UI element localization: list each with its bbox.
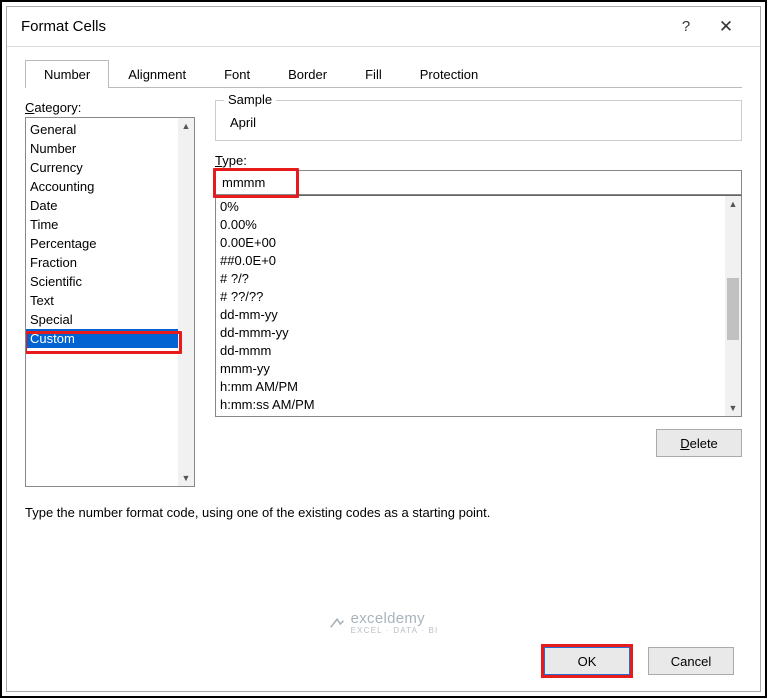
format-item[interactable]: dd-mmm [220,342,737,360]
format-scrollbar[interactable]: ▲ ▼ [725,196,741,416]
scroll-thumb[interactable] [727,278,739,340]
format-item[interactable]: 0.00% [220,216,737,234]
category-listbox[interactable]: GeneralNumberCurrencyAccountingDateTimeP… [25,117,195,487]
category-item[interactable]: Time [26,215,194,234]
format-item[interactable]: 0.00E+00 [220,234,737,252]
watermark: exceldemy EXCEL · DATA · BI [329,610,439,635]
scroll-up-icon[interactable]: ▲ [725,196,741,212]
category-label: Category: [25,100,195,115]
format-listbox[interactable]: 0%0.00%0.00E+00##0.0E+0# ?/?# ??/??dd-mm… [215,195,742,417]
category-item[interactable]: Special [26,310,194,329]
format-item[interactable]: h:mm AM/PM [220,378,737,396]
type-input[interactable] [215,170,742,195]
highlight-ok [541,644,633,678]
tab-protection[interactable]: Protection [401,60,498,88]
watermark-icon [329,616,345,630]
category-item[interactable]: Accounting [26,177,194,196]
category-item[interactable]: Currency [26,158,194,177]
close-button[interactable]: ✕ [706,17,746,37]
tab-number[interactable]: Number [25,60,109,88]
format-item[interactable]: # ??/?? [220,288,737,306]
format-item[interactable]: 0% [220,198,737,216]
format-item[interactable]: mmm-yy [220,360,737,378]
category-item[interactable]: General [26,120,194,139]
scroll-down-icon[interactable]: ▼ [178,470,194,486]
format-item[interactable]: dd-mmm-yy [220,324,737,342]
tab-alignment[interactable]: Alignment [109,60,205,88]
cancel-button[interactable]: Cancel [648,647,734,675]
format-item[interactable]: ##0.0E+0 [220,252,737,270]
help-button[interactable]: ? [666,18,706,35]
tab-fill[interactable]: Fill [346,60,401,88]
format-item[interactable]: # ?/? [220,270,737,288]
hint-text: Type the number format code, using one o… [25,505,742,520]
right-column: Sample April Type: 0%0.00%0.00E+00##0.0E… [215,100,742,487]
main-row: Category: GeneralNumberCurrencyAccountin… [25,100,742,487]
scroll-track[interactable] [178,134,194,470]
dialog-title: Format Cells [21,18,666,35]
category-item[interactable]: Custom [26,329,194,348]
tab-font[interactable]: Font [205,60,269,88]
category-item[interactable]: Text [26,291,194,310]
scroll-down-icon[interactable]: ▼ [725,400,741,416]
delete-button[interactable]: Delete [656,429,742,457]
category-column: Category: GeneralNumberCurrencyAccountin… [25,100,195,487]
category-item[interactable]: Fraction [26,253,194,272]
delete-row: Delete [215,429,742,457]
format-cells-dialog: Format Cells ? ✕ Number Alignment Font B… [6,6,761,692]
tab-border[interactable]: Border [269,60,346,88]
category-item[interactable]: Percentage [26,234,194,253]
format-item[interactable]: h:mm:ss AM/PM [220,396,737,414]
dialog-content: Number Alignment Font Border Fill Protec… [7,47,760,691]
scroll-up-icon[interactable]: ▲ [178,118,194,134]
scroll-track[interactable] [725,212,741,400]
category-item[interactable]: Scientific [26,272,194,291]
ok-wrapper: OK [544,647,630,675]
tabs-row: Number Alignment Font Border Fill Protec… [25,59,742,88]
sample-value: April [228,115,731,130]
category-item[interactable]: Number [26,139,194,158]
type-input-wrapper [215,170,742,195]
watermark-brand: exceldemy [351,610,439,627]
type-label: Type: [215,153,742,168]
titlebar: Format Cells ? ✕ [7,7,760,47]
watermark-tagline: EXCEL · DATA · BI [351,626,439,635]
footer-buttons: OK Cancel [544,647,734,675]
sample-label: Sample [224,92,276,107]
category-item[interactable]: Date [26,196,194,215]
sample-group: Sample April [215,100,742,141]
category-scrollbar[interactable]: ▲ ▼ [178,118,194,486]
format-item[interactable]: dd-mm-yy [220,306,737,324]
